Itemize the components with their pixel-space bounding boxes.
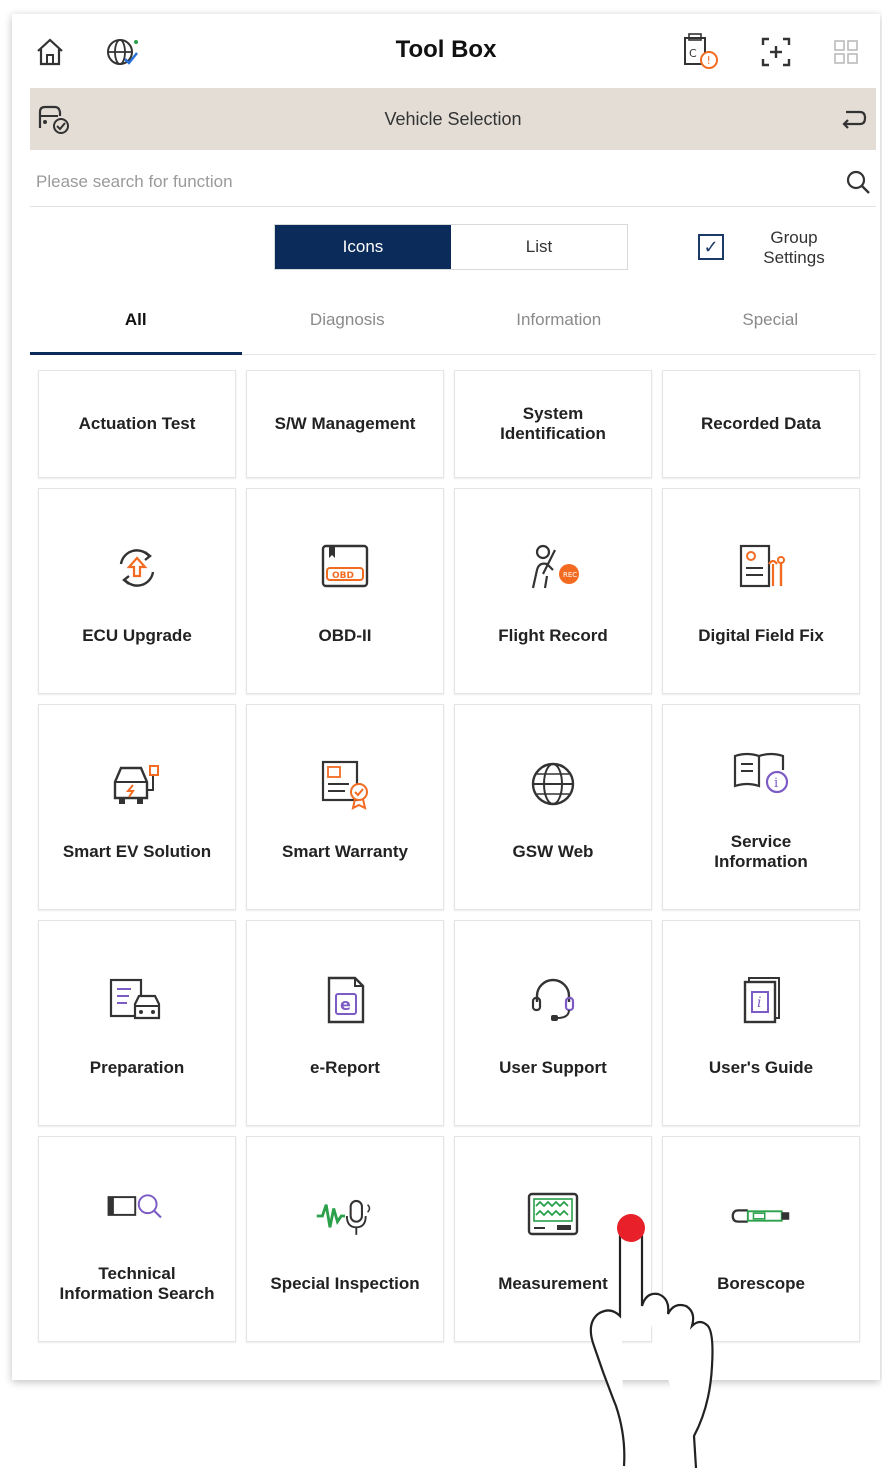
tab-special[interactable]: Special (665, 286, 877, 354)
service-info-icon: i (729, 742, 793, 806)
service-information-card[interactable]: i Service Information (662, 704, 860, 910)
vehicle-check-icon (36, 102, 72, 141)
tab-diagnosis[interactable]: Diagnosis (242, 286, 454, 354)
svg-text:e: e (340, 995, 351, 1014)
group-settings[interactable]: ✓ Group Settings (698, 228, 848, 274)
card-label: System Identification (500, 404, 606, 443)
users-guide-card[interactable]: i User's Guide (662, 920, 860, 1126)
flight-record-icon: REC (521, 536, 585, 600)
vehicle-selection-label: Vehicle Selection (384, 108, 522, 129)
digital-field-fix-icon (729, 536, 793, 600)
search-icon[interactable] (844, 168, 872, 201)
icons-view-button[interactable]: Icons (275, 225, 451, 269)
card-label: User Support (499, 1058, 607, 1077)
card-label: Smart EV Solution (62, 842, 212, 861)
card-label: Special Inspection (270, 1274, 420, 1293)
card-label: Actuation Test (78, 414, 196, 433)
flight-record-card[interactable]: REC Flight Record (454, 488, 652, 694)
technical-information-search-card[interactable]: Technical Information Search (38, 1136, 236, 1342)
special-inspection-icon (313, 1184, 377, 1248)
return-icon[interactable] (838, 104, 868, 139)
smart-ev-solution-card[interactable]: Smart EV Solution (38, 704, 236, 910)
category-tabs: All Diagnosis Information Special (30, 286, 876, 355)
card-label: User's Guide (708, 1058, 814, 1077)
card-label: Preparation (89, 1058, 185, 1077)
search-bar[interactable]: Please search for function (30, 158, 876, 207)
card-label: e-Report (310, 1058, 380, 1077)
list-view-button[interactable]: List (451, 225, 627, 269)
card-label: Technical Information Search (59, 1264, 215, 1303)
recorded-data-card[interactable]: Recorded Data (662, 370, 860, 478)
measurement-icon (521, 1184, 585, 1248)
card-label: Digital Field Fix (698, 626, 824, 645)
preparation-card[interactable]: Preparation (38, 920, 236, 1126)
user-support-card[interactable]: User Support (454, 920, 652, 1126)
top-bar: Tool Box C! (12, 14, 880, 88)
user-guide-icon: i (729, 968, 793, 1032)
card-label: Recorded Data (701, 414, 821, 433)
group-settings-label: Group Settings (754, 228, 834, 268)
app-screen: Tool Box C! Vehicle Selection Please sea… (12, 14, 880, 1380)
pointing-hand-icon (589, 1214, 714, 1469)
actuation-test-card[interactable]: Actuation Test (38, 370, 236, 478)
obd-icon: OBD (313, 536, 377, 600)
card-label: ECU Upgrade (82, 626, 192, 645)
headset-icon (521, 968, 585, 1032)
vehicle-selection-bar[interactable]: Vehicle Selection (30, 88, 876, 150)
digital-field-fix-card[interactable]: Digital Field Fix (662, 488, 860, 694)
gsw-web-card[interactable]: GSW Web (454, 704, 652, 910)
svg-text:i: i (774, 776, 778, 791)
e-report-card[interactable]: e e-Report (246, 920, 444, 1126)
tab-all[interactable]: All (30, 286, 242, 355)
svg-text:!: ! (707, 54, 711, 67)
preparation-icon (105, 968, 169, 1032)
system-identification-card[interactable]: System Identification (454, 370, 652, 478)
card-label: Flight Record (498, 626, 608, 645)
group-settings-line2: Settings (763, 248, 825, 267)
group-settings-line1: Group (770, 228, 818, 247)
card-label: OBD-II (318, 626, 372, 645)
globe-icon (521, 752, 585, 816)
borescope-icon (729, 1184, 793, 1248)
search-input[interactable]: Please search for function (36, 172, 233, 192)
card-label: GSW Web (512, 842, 594, 861)
ev-car-icon (105, 752, 169, 816)
ecu-upgrade-icon (105, 536, 169, 600)
tech-search-icon (105, 1174, 169, 1238)
vci-status-icon[interactable]: C! (680, 32, 720, 72)
ecu-upgrade-card[interactable]: ECU Upgrade (38, 488, 236, 694)
svg-text:C: C (689, 47, 697, 60)
sw-management-card[interactable]: S/W Management (246, 370, 444, 478)
svg-text:i: i (757, 995, 761, 1011)
svg-text:OBD: OBD (332, 571, 354, 581)
page-title: Tool Box (395, 36, 497, 63)
card-label: Smart Warranty (282, 842, 408, 861)
card-label: S/W Management (274, 414, 416, 433)
tool-grid: Actuation Test S/W Management System Ide… (38, 370, 864, 1342)
card-label: Service Information (714, 832, 808, 871)
obd-ii-card[interactable]: OBD OBD-II (246, 488, 444, 694)
special-inspection-card[interactable]: Special Inspection (246, 1136, 444, 1342)
smart-warranty-card[interactable]: Smart Warranty (246, 704, 444, 910)
grid-menu-icon[interactable] (826, 32, 866, 72)
screen-capture-icon[interactable] (756, 32, 796, 72)
svg-text:REC: REC (563, 571, 577, 579)
view-toggle: Icons List (274, 224, 628, 270)
warranty-icon (313, 752, 377, 816)
e-report-icon: e (313, 968, 377, 1032)
group-settings-checkbox[interactable]: ✓ (698, 234, 724, 260)
tab-information[interactable]: Information (453, 286, 665, 354)
